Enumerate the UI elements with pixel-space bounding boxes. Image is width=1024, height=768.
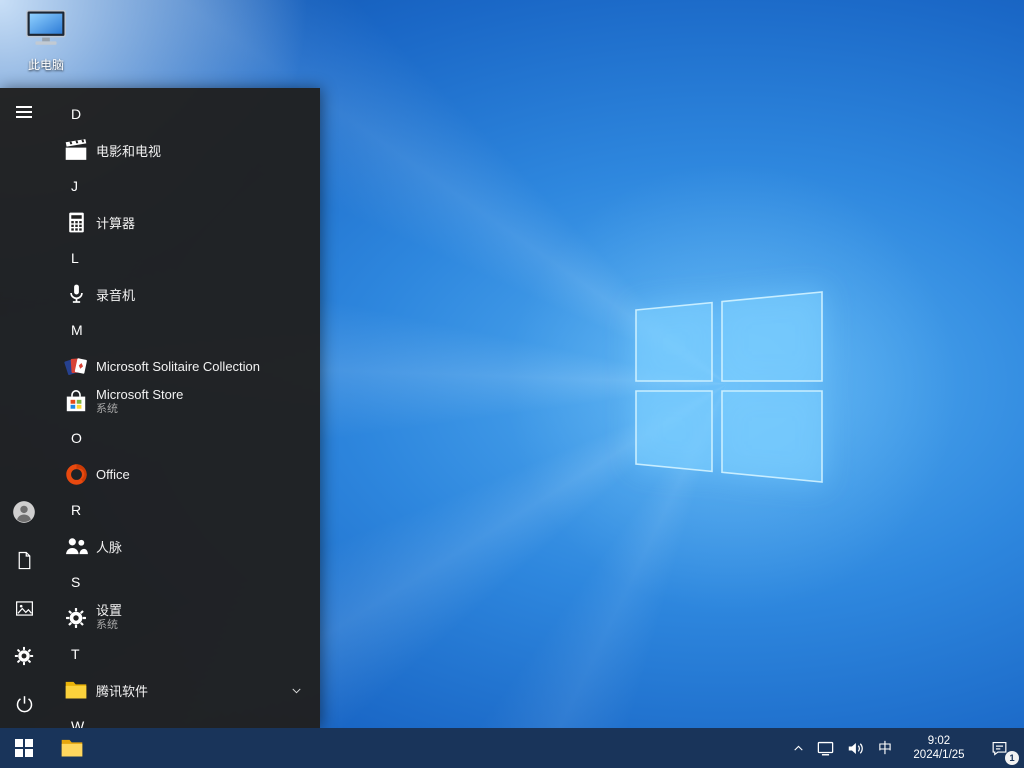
app-item-movies-tv[interactable]: 电影和电视	[48, 132, 320, 168]
app-item-office[interactable]: Office	[48, 456, 320, 492]
section-letter-t[interactable]: T	[48, 636, 320, 672]
system-tray: 中 9:02 2024/1/25 1	[786, 728, 1024, 768]
app-item-solitaire[interactable]: Microsoft Solitaire Collection	[48, 348, 320, 384]
letter-label: D	[71, 106, 82, 122]
section-letter-r[interactable]: R	[48, 492, 320, 528]
app-item-voice-recorder[interactable]: 录音机	[48, 276, 320, 312]
app-label: 人脉	[96, 539, 123, 555]
letter-label: T	[71, 646, 80, 662]
desktop-icon-label: 此电脑	[27, 58, 64, 72]
letter-label: O	[71, 430, 82, 446]
app-item-microsoft-store[interactable]: Microsoft Store 系统	[48, 384, 320, 420]
rail-bottom	[0, 488, 48, 728]
notification-badge: 1	[1005, 751, 1019, 765]
power-icon	[16, 695, 32, 712]
start-button[interactable]	[0, 728, 48, 768]
file-explorer-icon	[61, 739, 83, 757]
app-label: 计算器	[96, 215, 136, 231]
app-item-calculator[interactable]: 计算器	[48, 204, 320, 240]
app-label: 设置	[96, 603, 123, 619]
letter-label: J	[71, 178, 78, 194]
clock-date: 2024/1/25	[913, 749, 965, 761]
letter-label: L	[71, 250, 79, 266]
calculator-icon	[62, 208, 90, 236]
office-icon	[62, 460, 90, 488]
app-label-block: 设置 系统	[96, 603, 123, 632]
section-letter-w[interactable]: W	[48, 708, 320, 728]
section-letter-o[interactable]: O	[48, 420, 320, 456]
windows-logo	[635, 291, 823, 483]
letter-label: S	[71, 574, 81, 590]
start-menu: D 电影和电视 J 计算器 L 录音机 M Microsoft Solitair…	[0, 88, 320, 728]
section-letter-l[interactable]: L	[48, 240, 320, 276]
desktop-icon-this-pc[interactable]: 此电脑	[8, 8, 84, 73]
pictures-button[interactable]	[0, 584, 48, 632]
section-letter-d[interactable]: D	[48, 96, 320, 132]
taskbar-clock[interactable]: 9:02 2024/1/25	[900, 728, 978, 768]
power-button[interactable]	[0, 680, 48, 728]
app-item-people[interactable]: 人脉	[48, 528, 320, 564]
documents-button[interactable]	[0, 536, 48, 584]
screen: 此电脑 D 电影和电视 J 计算器 L 录音机 M Microsoft Soli…	[0, 0, 1024, 768]
settings-rail-button[interactable]	[0, 632, 48, 680]
letter-label: R	[71, 502, 82, 518]
section-letter-j[interactable]: J	[48, 168, 320, 204]
chevron-up-icon	[793, 745, 803, 751]
clock-time: 9:02	[927, 735, 951, 747]
letter-label: M	[71, 322, 83, 338]
movies-tv-icon	[62, 136, 90, 164]
chevron-down-icon	[289, 683, 304, 698]
solitaire-icon	[62, 352, 90, 380]
volume-tray-button[interactable]	[840, 728, 870, 768]
pictures-icon	[15, 600, 33, 616]
app-label: Microsoft Solitaire Collection	[96, 358, 261, 374]
settings-icon	[62, 604, 90, 632]
network-icon	[817, 741, 833, 755]
hamburger-icon	[16, 103, 32, 121]
letter-label: W	[71, 718, 85, 728]
store-icon	[62, 388, 90, 416]
start-menu-rail	[0, 88, 48, 728]
app-item-tencent-folder[interactable]: 腾讯软件	[48, 672, 320, 708]
file-explorer-button[interactable]	[48, 728, 96, 768]
app-label: Microsoft Store	[96, 387, 184, 403]
user-account-button[interactable]	[0, 488, 48, 536]
gear-icon	[14, 646, 34, 666]
volume-icon	[848, 742, 863, 754]
voice-recorder-icon	[62, 280, 90, 308]
app-label: 腾讯软件	[96, 683, 149, 699]
app-label: 录音机	[96, 287, 136, 303]
ime-indicator[interactable]: 中	[870, 728, 900, 768]
app-sublabel: 系统	[96, 403, 118, 416]
app-label: Office	[96, 466, 130, 482]
section-letter-s[interactable]: S	[48, 564, 320, 600]
document-icon	[18, 551, 30, 569]
app-label: 电影和电视	[96, 143, 162, 159]
app-label-block: Microsoft Store 系统	[96, 387, 184, 416]
network-tray-button[interactable]	[810, 728, 840, 768]
section-letter-m[interactable]: M	[48, 312, 320, 348]
user-icon	[13, 501, 35, 523]
show-hidden-icons-button[interactable]	[786, 728, 810, 768]
windows-flag-icon	[15, 739, 33, 757]
this-pc-icon	[26, 10, 66, 45]
expand-menu-button[interactable]	[0, 88, 48, 136]
people-icon	[62, 532, 90, 560]
app-sublabel: 系统	[96, 619, 118, 632]
folder-icon	[62, 676, 90, 704]
app-item-settings[interactable]: 设置 系统	[48, 600, 320, 636]
taskbar: 中 9:02 2024/1/25 1	[0, 728, 1024, 768]
action-center-button[interactable]: 1	[978, 728, 1020, 768]
app-list: D 电影和电视 J 计算器 L 录音机 M Microsoft Solitair…	[48, 96, 320, 728]
